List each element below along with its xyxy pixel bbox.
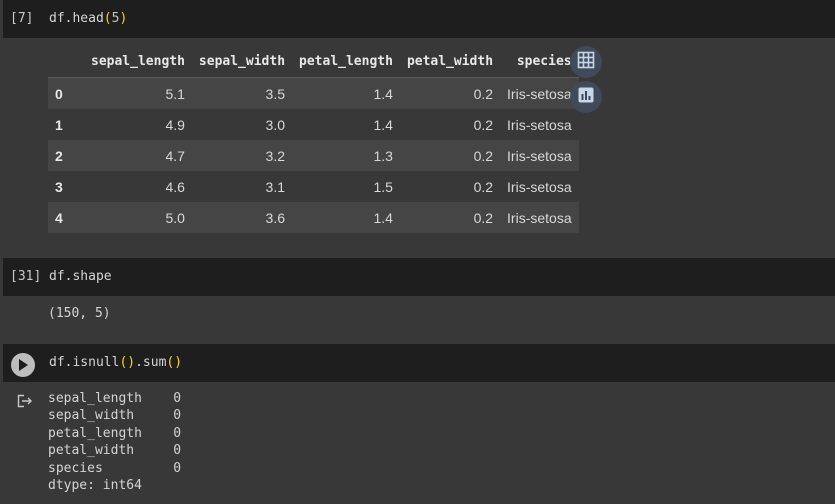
table-row: 4 5.0 3.6 1.4 0.2 Iris-setosa (48, 202, 579, 233)
dataframe-table: sepal_length sepal_width petal_length pe… (48, 46, 579, 233)
play-icon (18, 359, 28, 371)
row-index: 2 (48, 140, 84, 171)
table-cell: Iris-setosa (500, 140, 579, 171)
code-cell-isnull[interactable]: df.isnull().sum() (3, 344, 835, 382)
code-cell-head[interactable]: [7] df.head(5) (3, 0, 835, 38)
row-index: 0 (48, 77, 84, 109)
code-token: df.isnull (49, 355, 120, 370)
table-cell: 0.2 (399, 140, 501, 171)
output-line: dtype: int64 (48, 478, 142, 494)
output-line: species 0 (48, 460, 182, 476)
table-cell: 4.9 (84, 109, 192, 140)
code-line[interactable]: df.shape (49, 269, 112, 284)
row-index: 4 (48, 202, 84, 233)
table-cell: Iris-setosa (500, 109, 579, 140)
cell-output-isnull: sepal_length 0 sepal_width 0 petal_length … (48, 390, 181, 494)
bar-chart-icon (577, 86, 595, 109)
table-cell: 0.2 (399, 77, 501, 109)
code-token: .sum (135, 355, 167, 370)
table-cell: 5.0 (84, 202, 192, 233)
column-header: petal_length (299, 54, 393, 69)
table-row: 0 5.1 3.5 1.4 0.2 Iris-setosa (48, 77, 579, 109)
code-token: ) (119, 11, 128, 26)
code-line[interactable]: df.isnull().sum() (49, 355, 182, 370)
output-line: sepal_length 0 (48, 391, 182, 406)
table-cell: Iris-setosa (500, 77, 579, 109)
column-header: sepal_length (91, 54, 185, 69)
table-cell: 0.2 (399, 171, 501, 202)
output-line: sepal_width 0 (48, 408, 182, 424)
cell-output: (150, 5) (48, 306, 111, 321)
code-token: df.head (49, 11, 104, 26)
execution-count: [7] (10, 11, 34, 26)
table-cell: 3.2 (191, 140, 293, 171)
row-index: 1 (48, 109, 84, 140)
table-row: 1 4.9 3.0 1.4 0.2 Iris-setosa (48, 109, 579, 140)
row-index: 3 (48, 171, 84, 202)
output-line: petal_width 0 (48, 443, 182, 459)
table-cell: 5.1 (84, 77, 192, 109)
code-token: () (119, 355, 136, 370)
table-cell: 3.0 (191, 109, 293, 140)
suggest-charts-button[interactable] (570, 81, 602, 113)
table-cell: 1.4 (292, 109, 400, 140)
column-header: petal_width (406, 54, 494, 69)
table-cell: Iris-setosa (500, 202, 579, 233)
column-header (48, 46, 84, 78)
table-cell: 3.1 (191, 171, 293, 202)
output-redirect-icon[interactable] (17, 394, 33, 413)
convert-to-interactive-table-button[interactable] (570, 46, 602, 78)
column-header: sepal_width (198, 54, 286, 69)
table-cell: 3.6 (191, 202, 293, 233)
code-token: () (166, 355, 183, 370)
dataframe-output: sepal_length sepal_width petal_length pe… (48, 46, 579, 233)
table-icon (577, 51, 595, 74)
table-header-row: sepal_length sepal_width petal_length pe… (48, 46, 579, 78)
code-token: ( (103, 11, 112, 26)
code-cell-shape[interactable]: [31] df.shape (3, 258, 835, 296)
code-line[interactable]: df.head(5) (49, 11, 127, 26)
table-cell: 0.2 (399, 202, 501, 233)
table-cell: 0.2 (399, 109, 501, 140)
table-cell: Iris-setosa (500, 171, 579, 202)
execution-count: [31] (10, 269, 42, 284)
table-cell: 4.6 (84, 171, 192, 202)
table-cell: 4.7 (84, 140, 192, 171)
run-cell-button[interactable] (11, 353, 35, 377)
table-cell: 1.4 (292, 202, 400, 233)
table-cell: 1.3 (292, 140, 400, 171)
table-row: 3 4.6 3.1 1.5 0.2 Iris-setosa (48, 171, 579, 202)
table-cell: 1.4 (292, 77, 400, 109)
column-header: species (516, 54, 572, 69)
table-row: 2 4.7 3.2 1.3 0.2 Iris-setosa (48, 140, 579, 171)
table-cell: 1.5 (292, 171, 400, 202)
table-cell: 3.5 (191, 77, 293, 109)
output-line: petal_length 0 (48, 425, 182, 441)
